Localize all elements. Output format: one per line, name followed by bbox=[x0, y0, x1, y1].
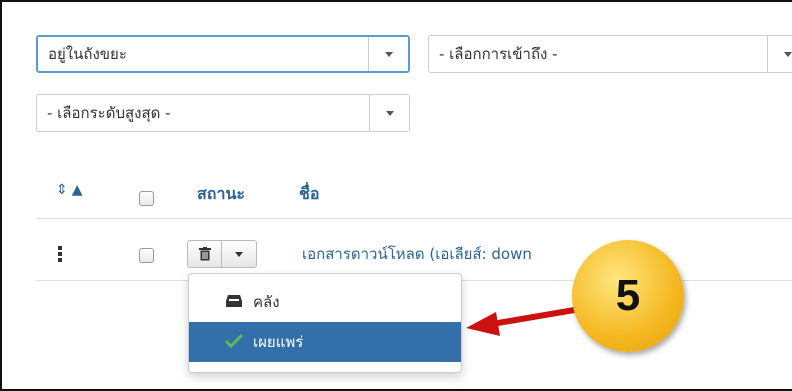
status-filter-value: อยู่ในถังขยะ bbox=[48, 45, 127, 63]
article-title-link[interactable]: เอกสารดาวน์โหลด (เอเลียส์: down bbox=[302, 242, 532, 266]
status-dropdown-menu: คลัง เผยแพร่ bbox=[188, 273, 462, 373]
check-icon bbox=[224, 333, 244, 352]
level-filter-value: - เลือกระดับสูงสุด - bbox=[47, 104, 171, 122]
menu-item-label: เผยแพร่ bbox=[253, 333, 304, 351]
row-divider bbox=[36, 218, 792, 219]
status-filter-select[interactable]: อยู่ในถังขยะ bbox=[36, 35, 410, 73]
trash-icon[interactable] bbox=[188, 241, 222, 267]
level-filter-select[interactable]: - เลือกระดับสูงสุด - bbox=[36, 94, 410, 132]
chevron-down-icon[interactable] bbox=[368, 37, 408, 71]
menu-item-archive[interactable]: คลัง bbox=[189, 282, 461, 322]
access-filter-select[interactable]: - เลือกการเข้าถึง - bbox=[428, 35, 792, 73]
menu-item-label: คลัง bbox=[253, 293, 280, 311]
chevron-down-icon bbox=[235, 251, 243, 257]
status-column-header[interactable]: สถานะ bbox=[197, 182, 245, 207]
access-filter-value: - เลือกการเข้าถึง - bbox=[439, 45, 558, 63]
title-column-header[interactable]: ชื่อ bbox=[299, 182, 319, 207]
status-button-group[interactable] bbox=[187, 240, 257, 268]
screenshot-frame: อยู่ในถังขยะ - เลือกการเข้าถึง - - เลือก… bbox=[0, 0, 792, 391]
sort-icon[interactable]: ⇕▲ bbox=[56, 182, 87, 198]
status-dropdown-toggle[interactable] bbox=[222, 241, 256, 267]
drag-handle-icon[interactable] bbox=[58, 246, 62, 262]
step-callout-badge: 5 bbox=[572, 240, 684, 352]
step-number: 5 bbox=[615, 271, 641, 320]
menu-item-publish[interactable]: เผยแพร่ bbox=[189, 322, 461, 362]
select-all-checkbox[interactable] bbox=[139, 191, 154, 206]
chevron-down-icon[interactable] bbox=[767, 36, 792, 72]
chevron-down-icon[interactable] bbox=[369, 95, 409, 131]
row-checkbox[interactable] bbox=[139, 248, 154, 263]
archive-icon bbox=[225, 294, 243, 312]
